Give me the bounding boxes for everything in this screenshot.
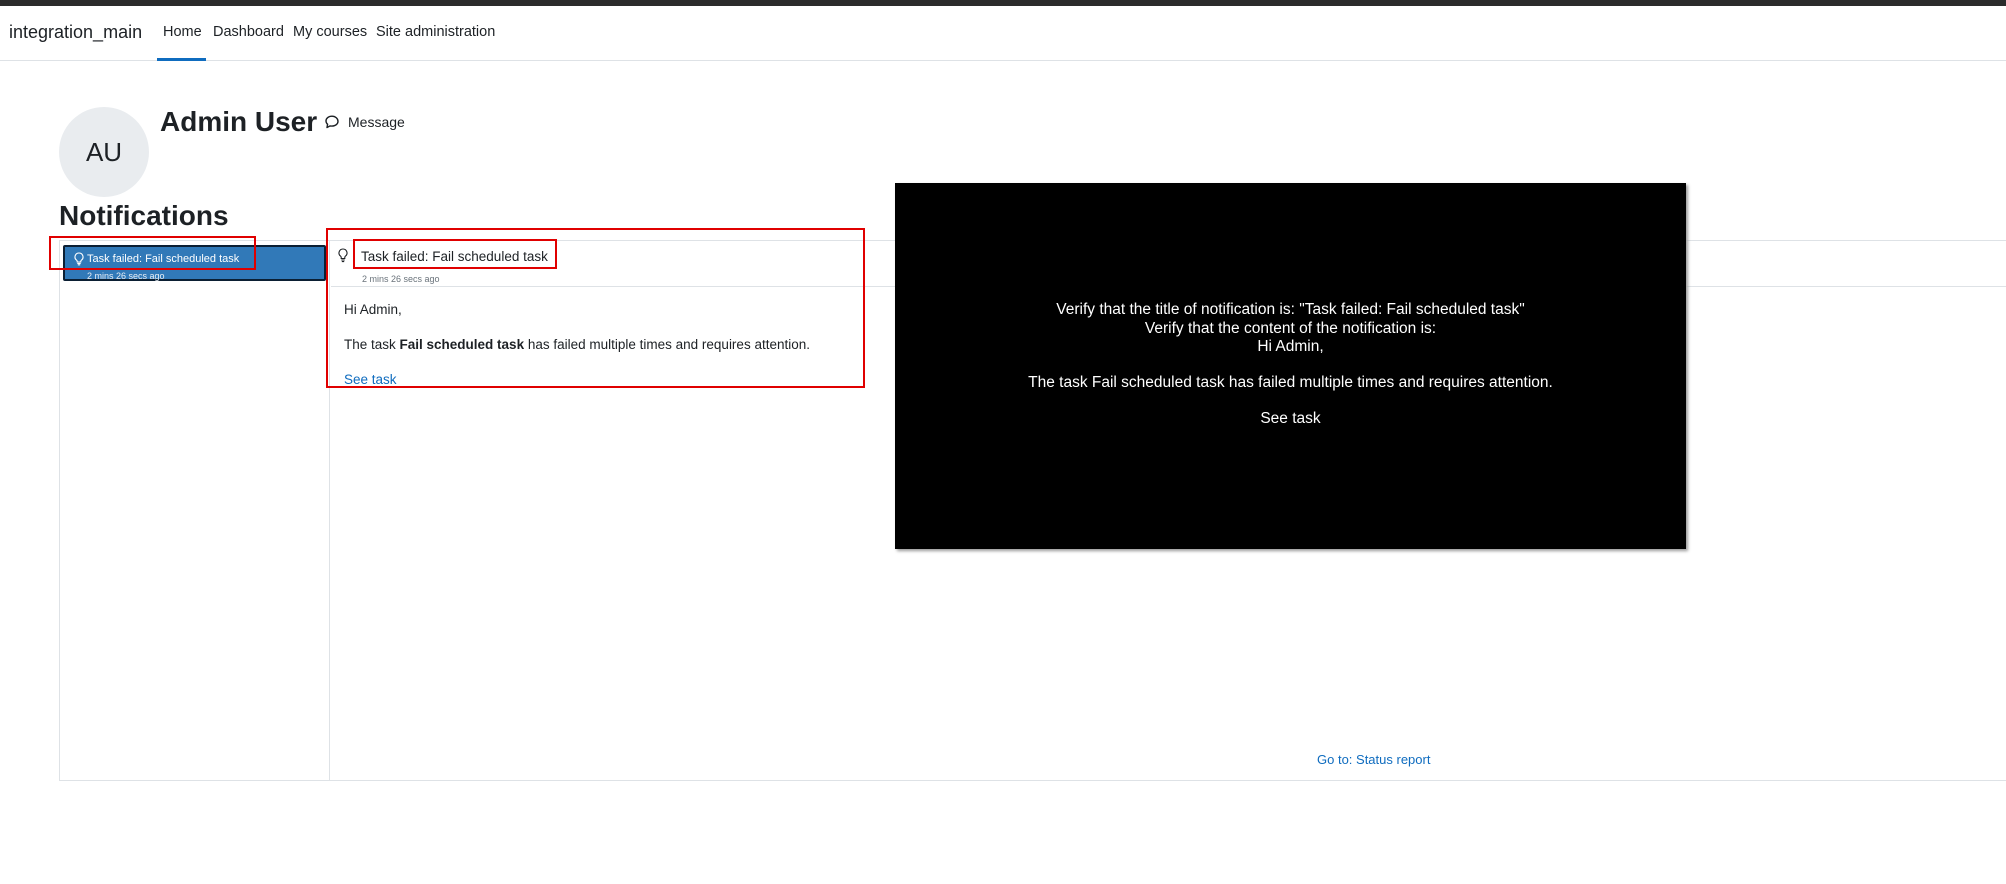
notification-greeting: Hi Admin, xyxy=(344,302,402,317)
notification-time: 2 mins 26 secs ago xyxy=(362,274,440,284)
notification-list-item[interactable]: Task failed: Fail scheduled task 2 mins … xyxy=(63,245,326,281)
message-label: Message xyxy=(348,114,405,130)
nav-active-indicator xyxy=(157,58,206,61)
overlay-line: Verify that the content of the notificat… xyxy=(1144,320,1437,337)
body-prefix: The task xyxy=(344,337,400,352)
notification-body: The task Fail scheduled task has failed … xyxy=(344,337,810,352)
user-name: Admin User xyxy=(160,106,318,137)
page-title: Notifications xyxy=(59,200,229,231)
lightbulb-icon xyxy=(74,252,84,266)
body-suffix: has failed multiple times and requires a… xyxy=(524,337,810,352)
nav-site-administration[interactable]: Site administration xyxy=(376,24,495,40)
overlay-line: See task xyxy=(1260,410,1321,427)
status-report-link[interactable]: Go to: Status report xyxy=(1317,752,1430,767)
nav-my-courses[interactable]: My courses xyxy=(293,24,367,40)
overlay-line: The task Fail scheduled task has failed … xyxy=(1028,374,1553,391)
notification-list: Task failed: Fail scheduled task 2 mins … xyxy=(60,241,330,780)
notification-list-time: 2 mins 26 secs ago xyxy=(87,271,165,281)
nav-dashboard[interactable]: Dashboard xyxy=(213,24,284,40)
avatar: AU xyxy=(59,107,149,197)
see-task-link[interactable]: See task xyxy=(344,372,397,387)
nav-home[interactable]: Home xyxy=(163,24,202,40)
overlay-line: Hi Admin, xyxy=(1257,338,1324,355)
notification-title: Task failed: Fail scheduled task xyxy=(361,249,548,264)
notification-list-title: Task failed: Fail scheduled task xyxy=(87,253,240,265)
site-brand[interactable]: integration_main xyxy=(9,22,142,43)
message-button[interactable]: Message xyxy=(324,114,405,130)
overlay-line: Verify that the title of notification is… xyxy=(1056,301,1525,318)
primary-navbar: integration_main Home Dashboard My cours… xyxy=(0,6,2006,61)
speech-bubble-icon xyxy=(325,115,339,129)
task-name: Fail scheduled task xyxy=(399,337,525,352)
verification-overlay: Verify that the title of notification is… xyxy=(895,183,1686,549)
lightbulb-icon xyxy=(338,248,348,263)
